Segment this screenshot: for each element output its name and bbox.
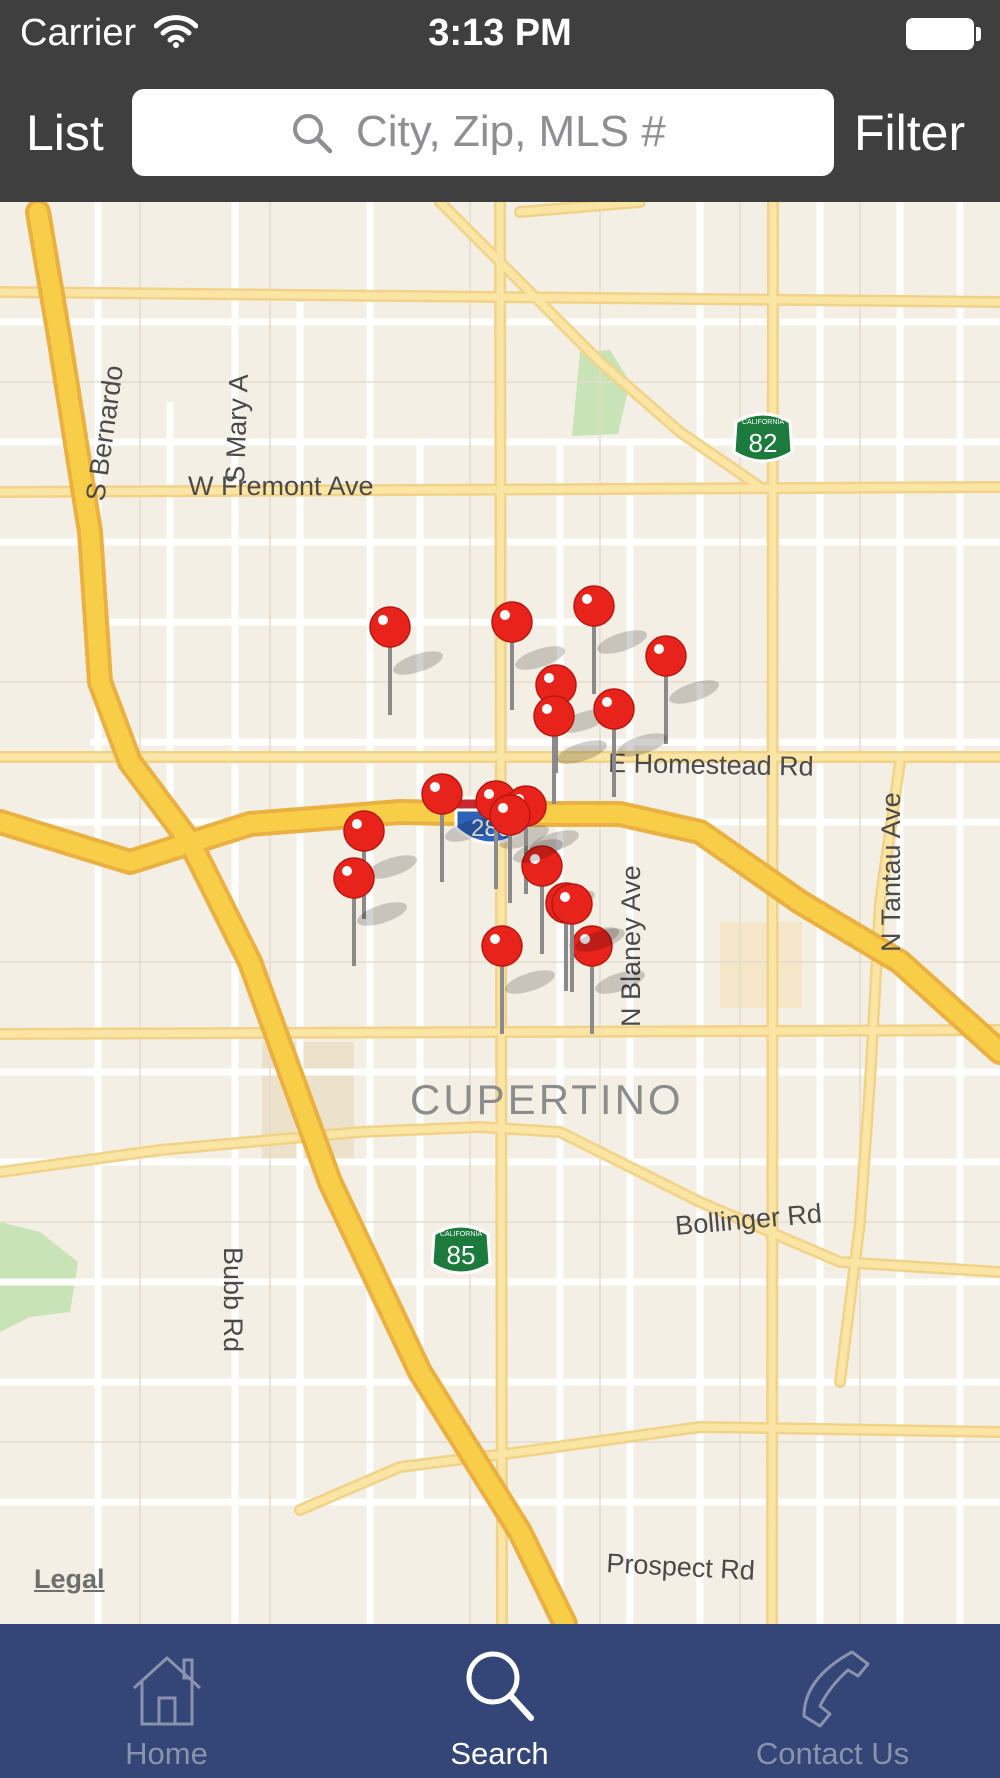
shield-85: CALIFORNIA 85: [430, 1224, 492, 1275]
listing-pin[interactable]: [481, 925, 558, 1034]
pin-head: [489, 794, 531, 836]
pin-highlight: [602, 697, 612, 707]
status-bar: Carrier 3:13 PM: [0, 0, 1000, 68]
pin-highlight: [500, 610, 510, 620]
pin-head: [491, 601, 533, 643]
tab-home[interactable]: Home: [0, 1624, 333, 1778]
pin-highlight: [484, 789, 494, 799]
city-label: CUPERTINO: [410, 1076, 684, 1123]
pin-highlight: [544, 673, 554, 683]
pin-head: [369, 606, 411, 648]
shield-85-state: CALIFORNIA: [440, 1231, 482, 1238]
pin-highlight: [582, 594, 592, 604]
pin-shadow: [505, 970, 555, 994]
pin-highlight: [378, 615, 388, 625]
pin-highlight: [560, 892, 570, 902]
pin-highlight: [352, 819, 362, 829]
pin-highlight: [542, 704, 552, 714]
filter-button[interactable]: Filter: [854, 104, 965, 162]
street-label-mary: S Mary A: [220, 374, 254, 485]
tab-bar: Home Search Contact Us: [0, 1624, 1000, 1778]
shield-82: CALIFORNIA 82: [732, 412, 794, 463]
phone-icon: [802, 1650, 869, 1728]
pin-head: [551, 883, 593, 925]
shield-85-number: 85: [447, 1240, 476, 1270]
arterial-roads: [0, 202, 1000, 1624]
pin-head: [573, 585, 615, 627]
pin-shadow: [669, 680, 719, 704]
battery-icon: [906, 18, 974, 50]
pin-highlight: [490, 934, 500, 944]
campus-area: [720, 922, 802, 1008]
map-view[interactable]: W Fremont Ave E Homestead Rd N Blaney Av…: [0, 202, 1000, 1624]
list-button[interactable]: List: [26, 104, 104, 162]
park-area: [0, 1222, 78, 1332]
pin-shadow: [597, 630, 647, 654]
pin-highlight: [430, 782, 440, 792]
street-label-tantau: N Tantau Ave: [876, 792, 906, 952]
pin-head: [343, 810, 385, 852]
tab-search[interactable]: Search: [333, 1624, 666, 1778]
street-label-bubb: Bubb Rd: [218, 1247, 248, 1352]
pin-head: [533, 695, 575, 737]
tab-search-label: Search: [450, 1736, 549, 1771]
listing-pin[interactable]: [573, 585, 650, 694]
pin-head: [333, 857, 375, 899]
battery-tip: [976, 27, 981, 41]
map-canvas: W Fremont Ave E Homestead Rd N Blaney Av…: [0, 202, 1000, 1624]
street-label-blaney: N Blaney Ave: [616, 865, 646, 1027]
pin-head: [481, 925, 523, 967]
tab-home-label: Home: [125, 1736, 208, 1771]
tab-contact-label: Contact Us: [755, 1736, 910, 1771]
navigation-bar: List Filter: [0, 68, 1000, 202]
pin-head: [593, 688, 635, 730]
pin-head: [645, 635, 687, 677]
tab-contact-us[interactable]: Contact Us: [666, 1624, 999, 1778]
listing-pin[interactable]: [645, 635, 722, 744]
search-bar[interactable]: [132, 89, 834, 176]
street-label-fremont: W Fremont Ave: [188, 471, 374, 501]
search-input[interactable]: [356, 103, 816, 161]
pin-highlight: [654, 644, 664, 654]
pin-highlight: [342, 866, 352, 876]
shield-82-number: 82: [749, 428, 778, 458]
clock: 3:13 PM: [428, 12, 572, 54]
pin-highlight: [498, 803, 508, 813]
pin-head: [421, 773, 463, 815]
search-icon: [293, 114, 333, 154]
shield-82-state: CALIFORNIA: [742, 419, 784, 426]
legal-link[interactable]: Legal: [34, 1564, 105, 1595]
home-icon: [132, 1655, 201, 1726]
search-icon: [466, 1651, 534, 1721]
